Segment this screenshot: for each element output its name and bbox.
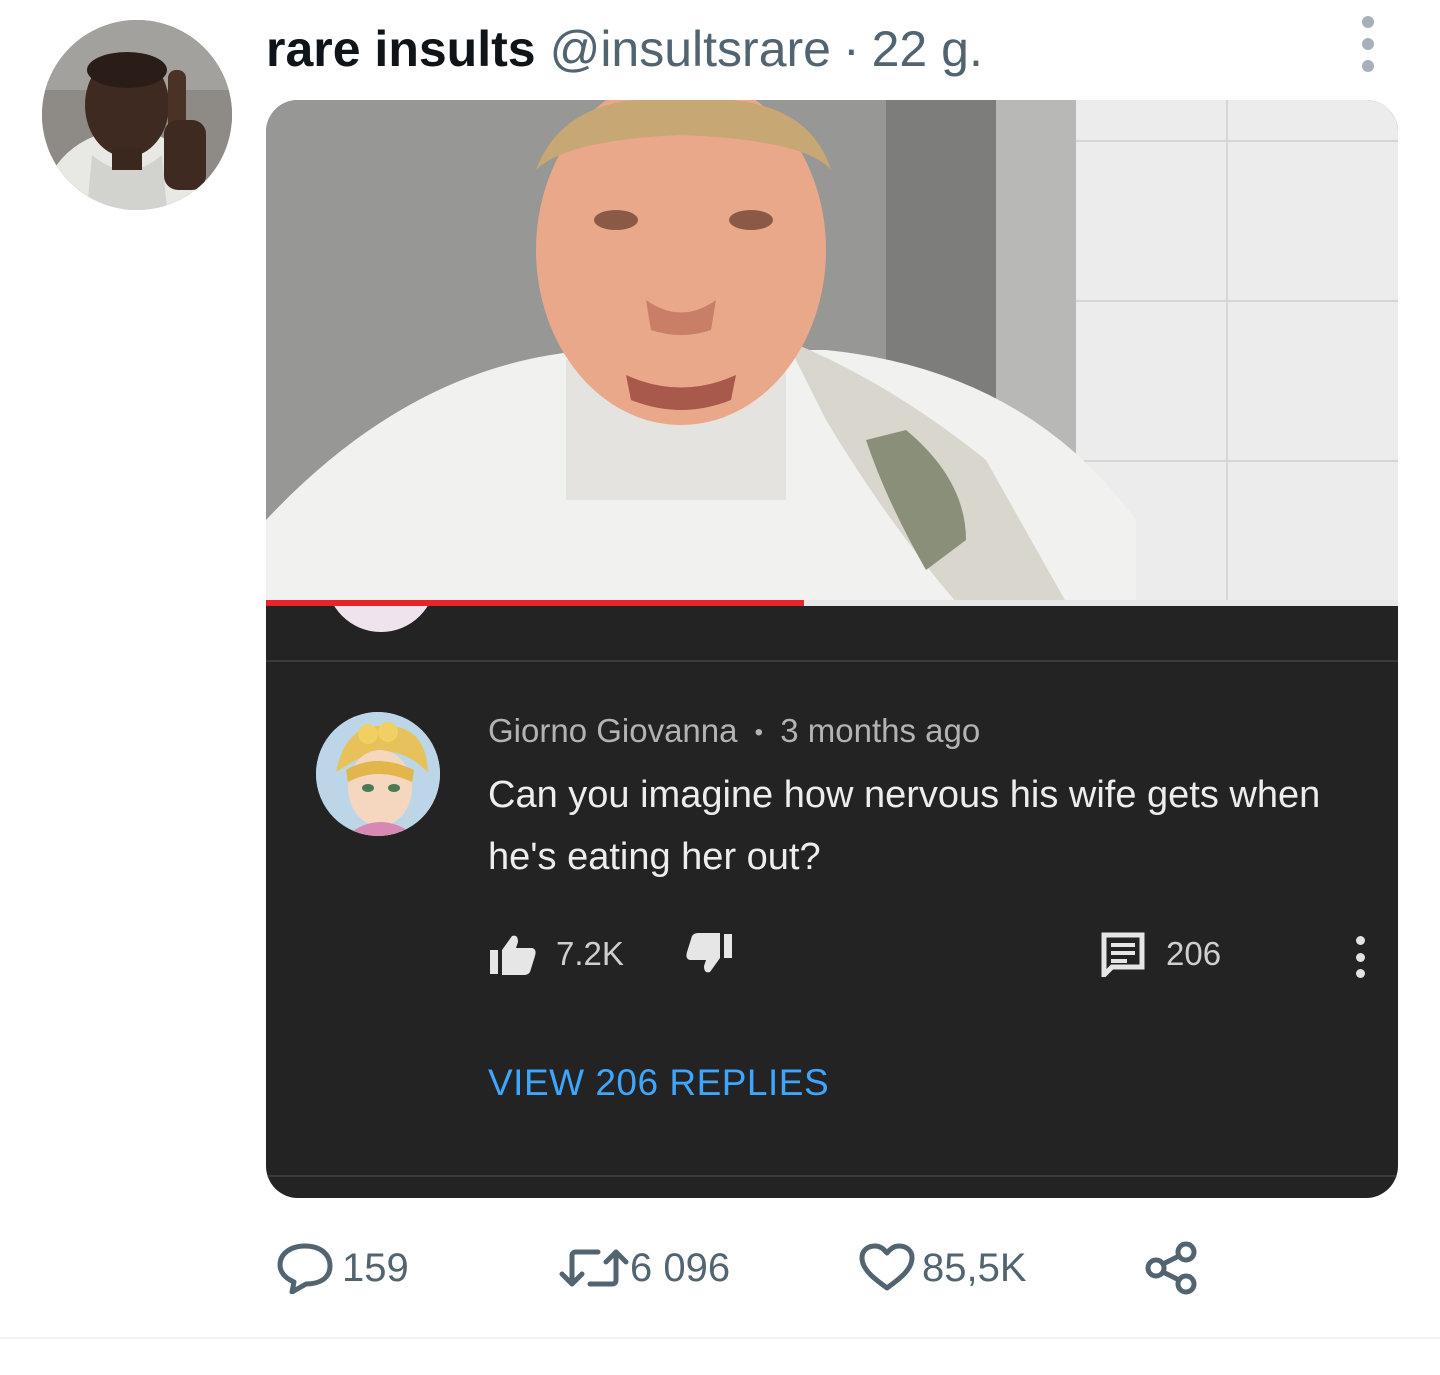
comment-posted-time: 3 months ago <box>780 712 981 749</box>
divider <box>266 1175 1398 1177</box>
speech-bubble-icon <box>276 1242 334 1294</box>
view-replies-link[interactable]: VIEW 206 REPLIES <box>488 1062 829 1104</box>
retweet-arrows-icon <box>558 1244 630 1292</box>
tweet-media[interactable]: Giorno Giovanna • 3 months ago Can you i… <box>266 100 1398 1198</box>
reply-count: 159 <box>342 1245 409 1290</box>
share-button[interactable] <box>1144 1238 1200 1298</box>
reply-comment-button[interactable]: 206 <box>1100 926 1221 982</box>
divider <box>266 660 1398 662</box>
tweet-action-bar: 159 6 096 85,5K <box>266 1238 1266 1298</box>
author-name[interactable]: rare insults <box>266 20 536 78</box>
reply-button[interactable]: 159 <box>276 1238 409 1298</box>
retweet-button[interactable]: 6 096 <box>558 1238 730 1298</box>
author-handle[interactable]: @insultsrare <box>550 20 831 78</box>
like-comment-button[interactable]: 7.2K <box>488 926 624 982</box>
share-nodes-icon <box>1144 1240 1200 1296</box>
thumbs-up-icon <box>488 932 538 976</box>
avatar-photo <box>42 20 232 210</box>
tweet-bottom-border <box>0 1337 1440 1339</box>
tweet-timestamp[interactable]: 22 g. <box>872 20 983 78</box>
video-frame <box>266 100 1398 602</box>
channel-avatar-peek <box>326 606 436 632</box>
comment-reply-count: 206 <box>1166 935 1222 972</box>
like-count: 85,5K <box>922 1245 1027 1290</box>
tweet: rare insults @insultsrare · 22 g. Giorno… <box>0 0 1440 1375</box>
comment-actions: 7.2K 206 <box>488 926 1368 982</box>
like-button[interactable]: 85,5K <box>858 1238 1027 1298</box>
comment-more-icon[interactable] <box>1352 936 1368 978</box>
comment-like-count: 7.2K <box>556 935 624 972</box>
heart-icon <box>858 1242 916 1294</box>
tweet-header: rare insults @insultsrare · 22 g. <box>266 14 983 84</box>
thumbs-down-icon <box>684 932 734 976</box>
comment-meta: Giorno Giovanna • 3 months ago <box>488 712 980 750</box>
comment-text: Can you imagine how nervous his wife get… <box>488 774 1321 878</box>
more-options-icon[interactable] <box>1346 16 1390 72</box>
retweet-count: 6 096 <box>630 1245 731 1290</box>
comment-icon <box>1100 931 1146 977</box>
header-separator: · <box>842 21 860 77</box>
author-avatar[interactable] <box>42 20 232 210</box>
dislike-comment-button[interactable] <box>684 926 734 982</box>
video-frame-image <box>266 100 1398 602</box>
commenter-avatar-image <box>316 712 440 836</box>
commenter-avatar[interactable] <box>316 712 440 836</box>
meta-separator: • <box>754 719 764 747</box>
comment-author[interactable]: Giorno Giovanna <box>488 712 737 749</box>
